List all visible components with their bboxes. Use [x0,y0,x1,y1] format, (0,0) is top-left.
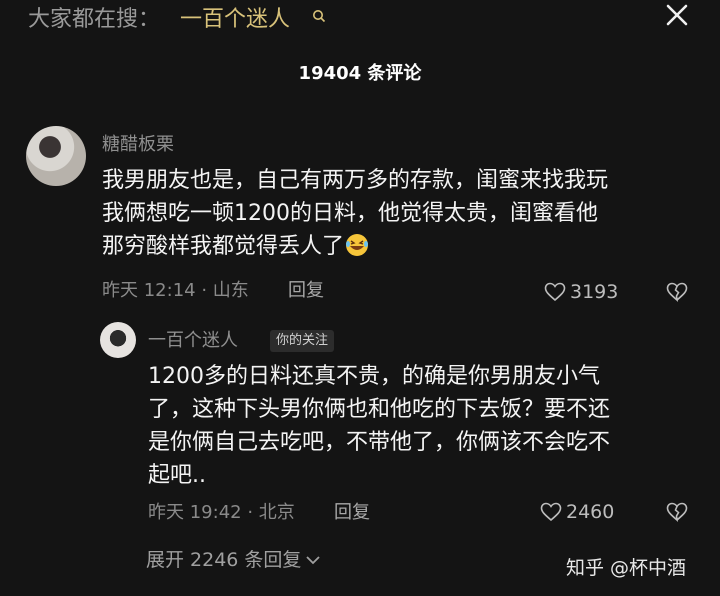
comment-line: 起吧.. [148,463,206,488]
heart-icon [540,502,562,522]
watermark: 知乎 @杯中酒 [566,557,687,579]
broken-heart-icon[interactable] [666,502,688,522]
heart-icon [544,282,566,302]
expand-replies-label: 展开 2246 条回复 [146,549,302,571]
following-badge: 你的关注 [270,330,335,352]
comment-line: 我俩想吃一顿1200的日料，他觉得太贵，闺蜜看他 [102,201,598,226]
comment-meta: 昨天 12:14 · 山东 [102,280,249,301]
like-button[interactable]: 2460 [540,501,614,523]
comment-count-title: 19404 条评论 [298,63,422,84]
reply-username[interactable]: 一百个迷人 [148,330,238,352]
search-prefix: 大家都在搜： [28,7,161,32]
comment-line: 我男朋友也是，自己有两万多的存款，闺蜜来找我玩 [102,168,609,193]
laughing-crying-emoji-icon [346,234,369,256]
reply-meta: 昨天 19:42 · 北京 [148,502,295,523]
comment-body: 我男朋友也是，自己有两万多的存款，闺蜜来找我玩 我俩想吃一顿1200的日料，他觉… [102,164,702,263]
reply-button[interactable]: 回复 [334,502,370,524]
search-icon[interactable] [312,9,326,23]
search-query-link[interactable]: 一百个迷人 [180,6,290,34]
like-count: 2460 [566,501,615,523]
comment-line: 1200多的日料还真不贵，的确是你男朋友小气 [148,364,600,389]
expand-replies-button[interactable]: 展开 2246 条回复 [146,548,321,572]
chevron-down-icon [306,556,321,565]
comment-username[interactable]: 糖醋板栗 [102,134,174,156]
reply-body: 1200多的日料还真不贵，的确是你男朋友小气 了，这种下头男你俩也和他吃的下去饭… [148,360,708,492]
close-icon[interactable] [664,2,690,28]
like-button[interactable]: 3193 [544,281,618,303]
comment-line: 那穷酸样我都觉得丢人了 [102,234,345,259]
avatar[interactable] [26,126,86,186]
comment-line: 是你俩自己去吃吧，不带他了，你俩该不会吃不 [148,430,611,455]
reply-button[interactable]: 回复 [288,280,324,302]
like-count: 3193 [570,281,619,303]
comment-line: 了，这种下头男你俩也和他吃的下去饭？要不还 [148,397,611,422]
avatar[interactable] [100,322,136,358]
comment-line-with-emoji: 那穷酸样我都觉得丢人了 [102,230,702,263]
broken-heart-icon[interactable] [666,282,688,302]
